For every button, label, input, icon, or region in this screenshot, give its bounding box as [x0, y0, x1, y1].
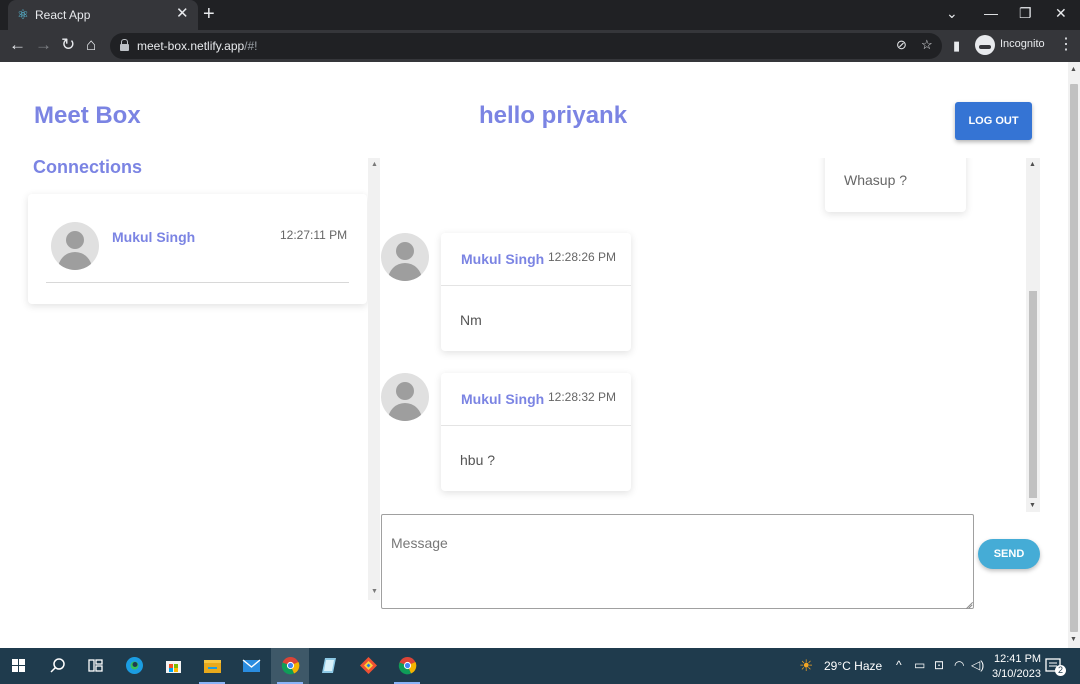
message-text: Nm: [460, 312, 482, 328]
battery-icon[interactable]: ▭: [914, 658, 925, 672]
browser-tab-strip: ⚛ React App ✕ + ⌄ — ❐ ✕: [0, 0, 1080, 30]
clock-time: 12:41 PM: [994, 653, 1042, 665]
url-text[interactable]: meet-box.netlify.app/#!: [137, 39, 258, 53]
start-button[interactable]: [0, 648, 38, 684]
message-time: 12:28:26 PM: [548, 250, 617, 264]
notification-badge: 2: [1055, 665, 1066, 676]
scroll-thumb[interactable]: [1029, 291, 1037, 498]
scroll-down-icon[interactable]: ▼: [1029, 502, 1036, 510]
message-bubble: Mukul Singh 12:28:32 PM hbu ?: [441, 373, 631, 491]
logout-button[interactable]: LOG OUT: [955, 102, 1032, 140]
scroll-down-icon[interactable]: ▼: [371, 588, 378, 596]
avatar: [381, 373, 429, 421]
wifi-icon[interactable]: ◠: [954, 658, 964, 672]
show-hidden-icons[interactable]: ^: [896, 658, 902, 672]
close-tab-icon[interactable]: ✕: [176, 6, 189, 22]
microsoft-store-icon[interactable]: [154, 648, 192, 684]
new-tab-icon[interactable]: +: [203, 4, 215, 24]
reload-icon[interactable]: ↻: [61, 35, 75, 55]
message-item: Mukul Singh 12:28:32 PM hbu ?: [380, 373, 640, 493]
edge-browser-icon[interactable]: [115, 648, 153, 684]
lock-icon[interactable]: [120, 39, 129, 51]
page-scrollbar[interactable]: ▲ ▼: [1068, 62, 1080, 648]
send-button[interactable]: SEND: [978, 539, 1040, 569]
notification-center-icon[interactable]: 2: [1045, 657, 1066, 676]
message-text: hbu ?: [460, 452, 496, 468]
scroll-down-icon[interactable]: ▼: [1070, 636, 1077, 644]
greeting: hello priyank: [479, 102, 628, 129]
message-item: Mukul Singh 12:28:26 PM Nm: [380, 233, 640, 353]
message-sender: Mukul Singh: [461, 391, 545, 407]
file-explorer-icon[interactable]: [193, 648, 231, 684]
react-atom-icon: ⚛: [17, 7, 29, 22]
notepad-icon[interactable]: [310, 648, 348, 684]
tracking-blocked-icon[interactable]: ⊘: [896, 37, 907, 53]
app-page: Meet Box hello priyank LOG OUT Connectio…: [0, 62, 1068, 648]
menu-kebab-icon[interactable]: ⋮: [1058, 36, 1074, 54]
clock[interactable]: 12:41 PM 3/10/2023: [990, 650, 1041, 682]
device-icon[interactable]: ⊡: [934, 658, 944, 672]
restore-icon[interactable]: ❐: [1019, 4, 1032, 22]
home-icon[interactable]: ⌂: [86, 35, 96, 55]
avatar: [51, 222, 99, 270]
incognito-icon: [975, 35, 995, 55]
connections-title: Connections: [33, 157, 143, 177]
browser-toolbar: ← → ↻ ⌂ meet-box.netlify.app/#! ⊘ ☆ ▮ In…: [0, 30, 1080, 62]
git-icon[interactable]: [349, 648, 387, 684]
mail-icon[interactable]: [232, 648, 270, 684]
message-text: Whasup ?: [844, 172, 908, 188]
scroll-up-icon[interactable]: ▲: [1029, 161, 1036, 169]
taskbar: ☀ 29°C Haze ^ ▭ ⊡ ◠ ◁) 12:41 PM 3/10/202…: [0, 648, 1080, 684]
message-bubble: Mukul Singh 12:28:26 PM Nm: [441, 233, 631, 351]
own-message-bubble: Whasup ?: [825, 158, 966, 212]
message-header: Mukul Singh 12:28:26 PM: [441, 233, 631, 286]
back-icon[interactable]: ←: [9, 35, 26, 55]
scroll-thumb[interactable]: [1070, 84, 1078, 632]
app-title: Meet Box: [34, 102, 141, 129]
side-panel-icon[interactable]: ▮: [953, 38, 960, 54]
connection-name: Mukul Singh: [112, 229, 196, 245]
weather-text[interactable]: 29°C Haze: [824, 659, 882, 673]
chrome-incognito-icon[interactable]: [271, 648, 309, 684]
connection-item[interactable]: Mukul Singh 12:27:11 PM: [46, 194, 349, 283]
message-header: Mukul Singh 12:28:32 PM: [441, 373, 631, 426]
bookmark-star-icon[interactable]: ☆: [921, 37, 933, 53]
avatar: [381, 233, 429, 281]
incognito-label: Incognito: [1000, 38, 1045, 50]
weather-icon: ☀: [799, 658, 814, 675]
windows-logo-icon: [12, 659, 26, 673]
chat-panel-scrollbar[interactable]: ▲ ▼: [368, 158, 380, 600]
connection-time: 12:27:11 PM: [280, 228, 348, 242]
clock-date: 3/10/2023: [992, 668, 1041, 680]
message-time: 12:28:32 PM: [548, 390, 617, 404]
message-sender: Mukul Singh: [461, 251, 545, 267]
browser-tab[interactable]: ⚛ React App ✕: [8, 0, 198, 30]
scroll-up-icon[interactable]: ▲: [371, 161, 378, 169]
forward-icon[interactable]: →: [35, 35, 52, 55]
search-icon[interactable]: [38, 648, 76, 684]
connections-list: Mukul Singh 12:27:11 PM: [28, 194, 367, 304]
chat-scrollbar[interactable]: ▲ ▼: [1026, 158, 1040, 512]
close-window-icon[interactable]: ✕: [1055, 4, 1067, 22]
task-view-icon[interactable]: [76, 648, 114, 684]
volume-icon[interactable]: ◁): [971, 658, 984, 672]
chat-messages: Whasup ? Mukul Singh 12:28:26 PM Nm Muku…: [380, 158, 1026, 512]
address-bar[interactable]: meet-box.netlify.app/#! ⊘ ☆: [110, 33, 942, 59]
scroll-up-icon[interactable]: ▲: [1070, 66, 1077, 74]
minimize-icon[interactable]: —: [984, 4, 998, 22]
tab-title: React App: [35, 8, 91, 22]
message-input[interactable]: [381, 514, 974, 609]
tab-search-icon[interactable]: ⌄: [946, 4, 958, 22]
chrome-icon[interactable]: [388, 648, 426, 684]
resize-handle[interactable]: [963, 598, 973, 608]
